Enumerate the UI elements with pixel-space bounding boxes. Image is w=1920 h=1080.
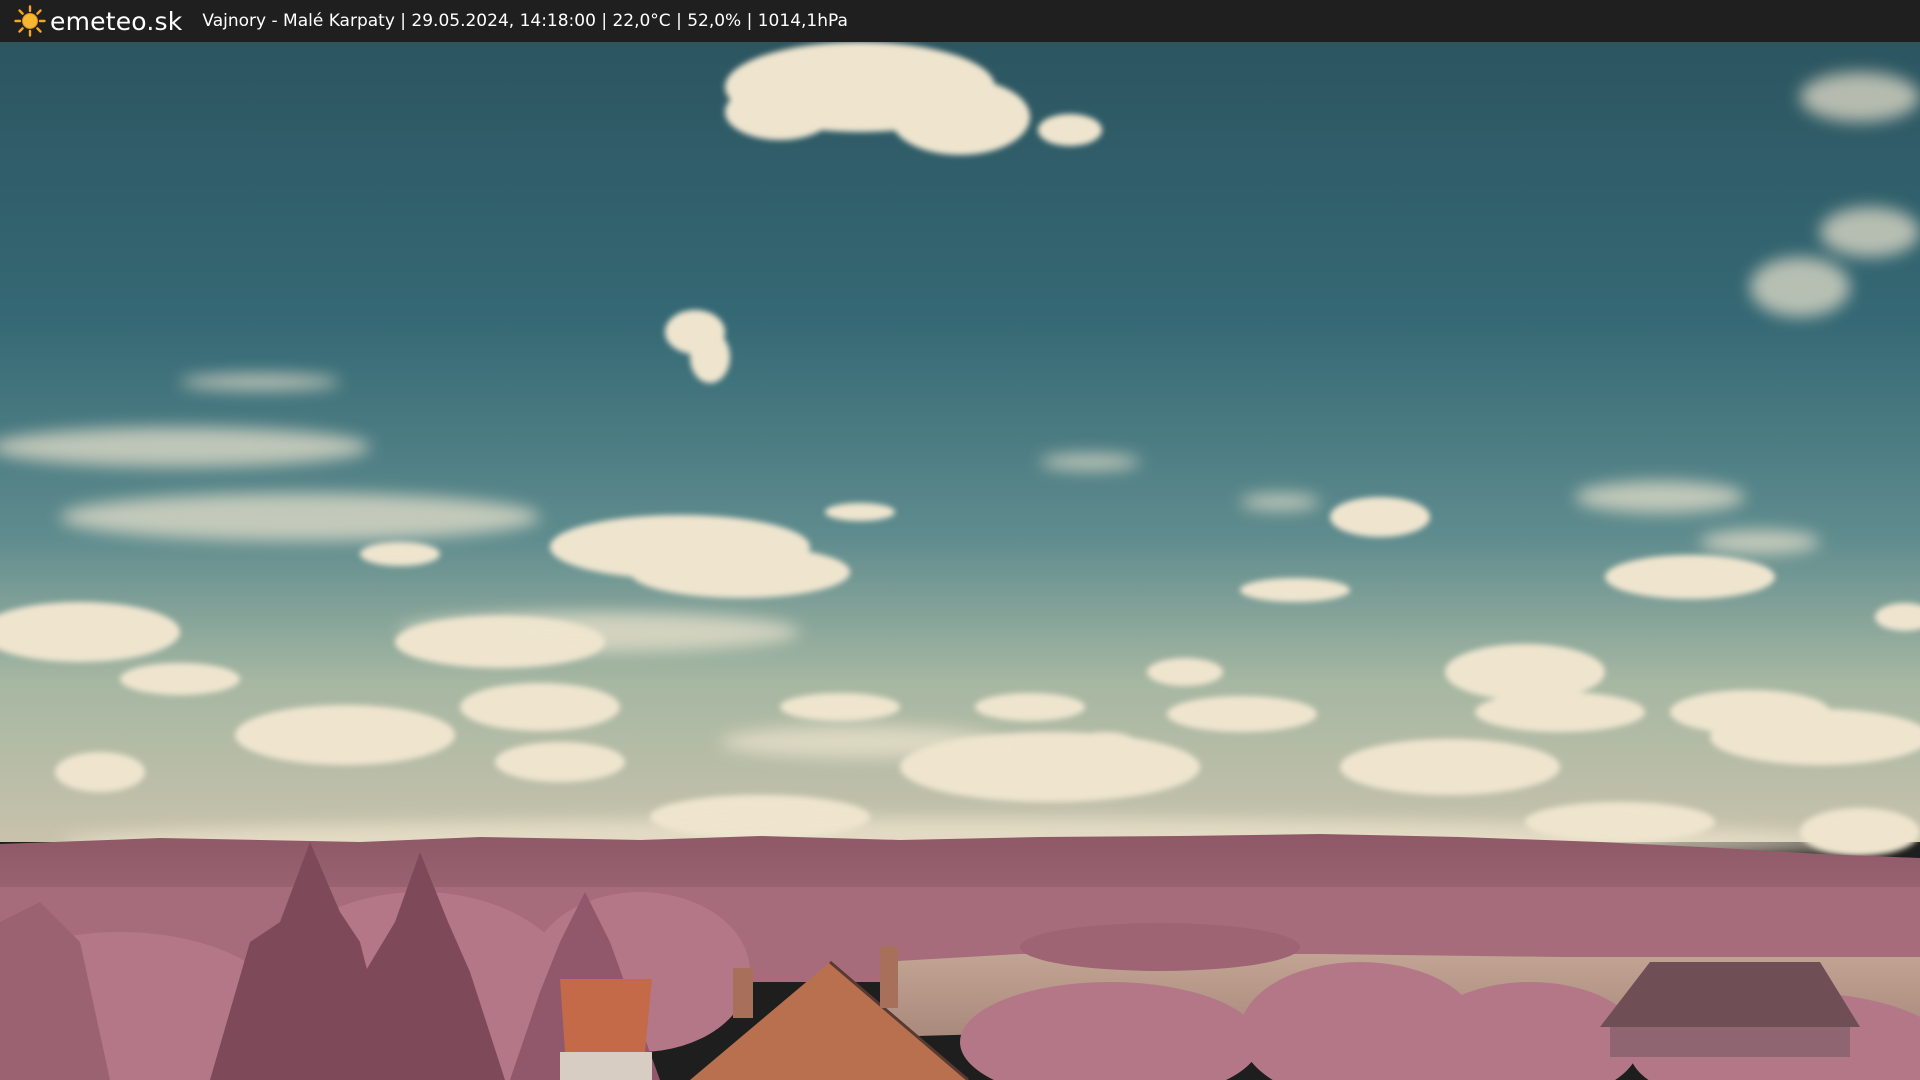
brand-name: emeteo.sk bbox=[50, 6, 183, 36]
sun-icon bbox=[14, 5, 46, 37]
logo[interactable]: emeteo.sk bbox=[14, 5, 182, 37]
webcam-header-bar: emeteo.sk Vajnory - Malé Karpaty | 29.05… bbox=[0, 0, 1920, 42]
weather-caption: Vajnory - Malé Karpaty | 29.05.2024, 14:… bbox=[202, 11, 848, 31]
webcam-image bbox=[0, 42, 1920, 1080]
house-left bbox=[560, 979, 652, 1080]
